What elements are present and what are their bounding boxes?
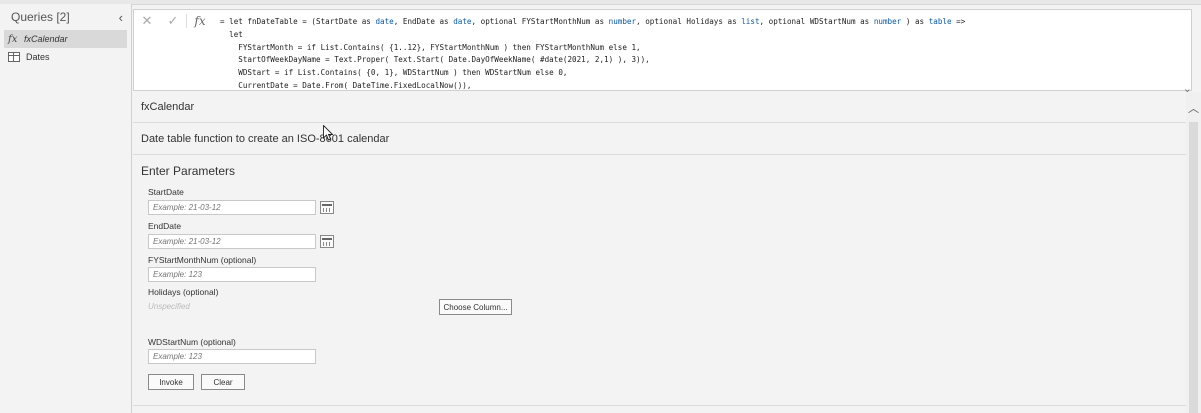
formula-line: WDStart = if List.Contains( {0, 1}, WDSt… <box>220 68 568 78</box>
enddate-label: EndDate <box>148 221 182 231</box>
commit-check-icon[interactable]: ✓ <box>160 13 186 29</box>
clear-button[interactable]: Clear <box>201 374 245 390</box>
formula-editor[interactable]: = let fnDateTable = (StartDate as date, … <box>220 16 1185 90</box>
calendar-icon[interactable] <box>320 235 334 248</box>
fystartmonthnum-label: FYStartMonthNum (optional) <box>148 255 257 265</box>
collapse-pane-chevron-icon[interactable]: ‹ <box>119 10 123 25</box>
formula-line: StartOfWeekDayName = Text.Proper( Text.S… <box>220 55 650 65</box>
calendar-icon[interactable] <box>320 201 334 214</box>
wdstartnum-input[interactable] <box>148 349 316 364</box>
function-icon: fx <box>8 33 18 45</box>
holidays-label: Holidays (optional) <box>148 287 219 297</box>
scroll-up-chevron-icon[interactable]: ︿ <box>1186 100 1201 116</box>
formula-buttons: ✕ ✓ fx <box>134 10 216 32</box>
fystartmonthnum-input[interactable] <box>148 267 316 282</box>
enter-parameters-title: Enter Parameters <box>141 164 236 178</box>
function-name-row: fxCalendar <box>133 92 1186 123</box>
formula-line: FYStartMonth = if List.Contains( {1..12}… <box>220 42 641 52</box>
divider <box>133 405 1186 406</box>
cancel-icon[interactable]: ✕ <box>134 13 160 29</box>
function-description-row: Date table function to create an ISO-860… <box>133 123 1186 155</box>
top-toolbar-strip <box>0 0 1201 5</box>
function-name: fxCalendar <box>141 101 195 113</box>
formula-line: = let fnDateTable = (StartDate as date, … <box>220 17 966 26</box>
formula-line: CurrentDate = Date.From( DateTime.FixedL… <box>220 80 472 90</box>
choose-column-button[interactable]: Choose Column... <box>439 299 512 315</box>
holidays-value: Unspecified <box>148 302 190 311</box>
enddate-input[interactable] <box>148 234 316 249</box>
mouse-cursor-icon <box>323 125 333 141</box>
function-invoke-panel: fxCalendar Date table function to create… <box>133 92 1186 413</box>
invoke-button[interactable]: Invoke <box>148 374 194 390</box>
queries-header: Queries [2] ‹ <box>0 4 131 30</box>
insert-function-icon[interactable]: fx <box>186 14 213 28</box>
queries-title: Queries [2] <box>11 10 70 24</box>
formula-bar: ✕ ✓ fx = let fnDateTable = (StartDate as… <box>133 9 1192 95</box>
table-icon <box>8 52 20 62</box>
query-item-dates[interactable]: Dates <box>4 48 127 66</box>
queries-pane: Queries [2] ‹ fx fxCalendar Dates <box>0 4 132 413</box>
startdate-label: StartDate <box>148 187 184 197</box>
query-item-label: Dates <box>26 52 50 62</box>
query-item-fxcalendar[interactable]: fx fxCalendar <box>4 30 127 48</box>
scrollbar-thumb[interactable] <box>1189 122 1198 413</box>
wdstartnum-label: WDStartNum (optional) <box>148 337 236 347</box>
function-description: Date table function to create an ISO-860… <box>141 132 390 145</box>
formula-line: let <box>220 29 243 39</box>
vertical-scrollbar[interactable]: ︿ <box>1186 92 1201 413</box>
query-item-label: fxCalendar <box>24 34 68 44</box>
startdate-input[interactable] <box>148 200 316 215</box>
